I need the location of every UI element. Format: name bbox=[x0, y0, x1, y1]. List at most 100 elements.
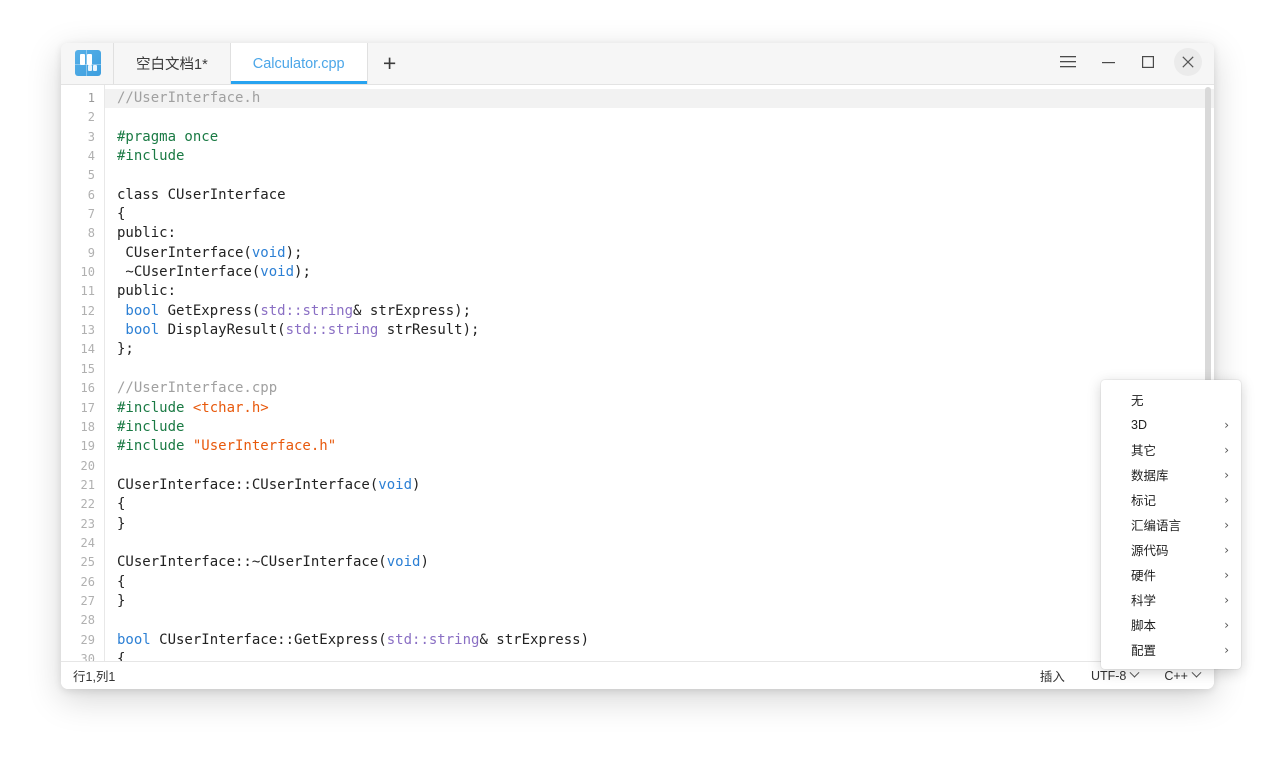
context-menu-item-label: 科学 bbox=[1131, 590, 1224, 609]
line-number: 6 bbox=[61, 186, 104, 205]
context-menu-item-label: 汇编语言 bbox=[1131, 515, 1224, 534]
code-line bbox=[117, 108, 1214, 127]
code-token-plain: ~CUserInterface( bbox=[117, 264, 260, 280]
code-token-plain: CUserInterface::CUserInterface( bbox=[117, 477, 378, 493]
context-menu-item-7[interactable]: 硬件› bbox=[1101, 562, 1241, 587]
insert-mode-indicator[interactable]: 插入 bbox=[1040, 666, 1065, 685]
line-number: 22 bbox=[61, 495, 104, 514]
plus-icon: + bbox=[383, 52, 396, 75]
code-token-plain: & strExpress) bbox=[479, 632, 589, 648]
tab-calculator-cpp[interactable]: Calculator.cpp bbox=[230, 43, 368, 84]
line-number: 24 bbox=[61, 534, 104, 553]
minimize-button[interactable] bbox=[1088, 45, 1128, 79]
close-button[interactable] bbox=[1168, 45, 1208, 79]
tab-label: 空白文档1* bbox=[136, 53, 208, 74]
code-token-kw: void bbox=[260, 264, 294, 280]
chevron-right-icon: › bbox=[1224, 469, 1229, 481]
code-line: #include "UserInterface.h" bbox=[117, 437, 1214, 456]
code-token-plain: ) bbox=[412, 477, 420, 493]
code-token-pre: #include bbox=[117, 400, 193, 416]
minimize-icon bbox=[1102, 56, 1115, 69]
language-selector[interactable]: C++ bbox=[1164, 669, 1200, 683]
code-token-plain: { bbox=[117, 496, 125, 512]
code-line: CUserInterface(void); bbox=[117, 244, 1214, 263]
line-number: 3 bbox=[61, 128, 104, 147]
context-menu-item-label: 配置 bbox=[1131, 640, 1224, 659]
chevron-right-icon: › bbox=[1224, 544, 1229, 556]
context-menu-item-5[interactable]: 汇编语言› bbox=[1101, 512, 1241, 537]
code-token-plain: CUserInterface::~CUserInterface( bbox=[117, 554, 387, 570]
tab-blank-document[interactable]: 空白文档1* bbox=[113, 43, 231, 84]
code-text-area[interactable]: //UserInterface.h #pragma once #include c… bbox=[105, 85, 1214, 661]
line-number: 4 bbox=[61, 147, 104, 166]
hamburger-icon bbox=[1060, 56, 1076, 68]
hamburger-menu-button[interactable] bbox=[1048, 45, 1088, 79]
code-line: #include bbox=[117, 418, 1214, 437]
context-menu-item-9[interactable]: 脚本› bbox=[1101, 612, 1241, 637]
close-icon bbox=[1182, 56, 1194, 68]
code-line: { bbox=[117, 573, 1214, 592]
code-line: ~CUserInterface(void); bbox=[117, 263, 1214, 282]
code-line: #pragma once bbox=[117, 128, 1214, 147]
line-number: 2 bbox=[61, 108, 104, 127]
language-context-menu[interactable]: 无3D›其它›数据库›标记›汇编语言›源代码›硬件›科学›脚本›配置› bbox=[1101, 380, 1241, 669]
new-tab-button[interactable]: + bbox=[367, 43, 413, 84]
code-line: bool GetExpress(std::string& strExpress)… bbox=[117, 302, 1214, 321]
window-controls bbox=[1048, 43, 1208, 81]
maximize-button[interactable] bbox=[1128, 45, 1168, 79]
code-token-plain: } bbox=[117, 593, 125, 609]
line-number: 30 bbox=[61, 650, 104, 661]
line-number: 15 bbox=[61, 360, 104, 379]
code-line bbox=[117, 360, 1214, 379]
context-menu-item-3[interactable]: 数据库› bbox=[1101, 462, 1241, 487]
line-number: 18 bbox=[61, 418, 104, 437]
code-line: CUserInterface::~CUserInterface(void) bbox=[117, 553, 1214, 572]
context-menu-item-10[interactable]: 配置› bbox=[1101, 637, 1241, 662]
context-menu-item-label: 其它 bbox=[1131, 440, 1224, 459]
line-number: 25 bbox=[61, 553, 104, 572]
code-token-plain: DisplayResult( bbox=[159, 322, 285, 338]
code-token-str: "UserInterface.h" bbox=[193, 438, 336, 454]
line-number-gutter: 1234567891011121314151617181920212223242… bbox=[61, 85, 105, 661]
context-menu-item-label: 源代码 bbox=[1131, 540, 1224, 559]
code-token-plain: CUserInterface( bbox=[117, 245, 252, 261]
code-token-plain: ); bbox=[294, 264, 311, 280]
line-number: 29 bbox=[61, 631, 104, 650]
status-bar: 行1,列1 插入 UTF-8 C++ bbox=[61, 661, 1214, 689]
code-token-plain: { bbox=[117, 574, 125, 590]
line-number: 10 bbox=[61, 263, 104, 282]
code-line: class CUserInterface bbox=[117, 186, 1214, 205]
line-number: 28 bbox=[61, 611, 104, 630]
line-number: 16 bbox=[61, 379, 104, 398]
code-token-kw: bool bbox=[117, 632, 151, 648]
code-token-pre: #include bbox=[117, 419, 184, 435]
code-line: }; bbox=[117, 340, 1214, 359]
context-menu-item-8[interactable]: 科学› bbox=[1101, 587, 1241, 612]
notepad-app-icon bbox=[75, 50, 101, 76]
context-menu-item-0[interactable]: 无 bbox=[1101, 387, 1241, 412]
context-menu-item-2[interactable]: 其它› bbox=[1101, 437, 1241, 462]
code-token-type: std::string bbox=[387, 632, 480, 648]
encoding-selector[interactable]: UTF-8 bbox=[1091, 669, 1138, 683]
code-token-pre: #pragma once bbox=[117, 129, 218, 145]
editor-area[interactable]: 1234567891011121314151617181920212223242… bbox=[61, 85, 1214, 661]
code-token-kw: void bbox=[252, 245, 286, 261]
line-number: 19 bbox=[61, 437, 104, 456]
code-token-type: std::string bbox=[260, 303, 353, 319]
code-token-pre: #include bbox=[117, 438, 193, 454]
code-token-kw: bool bbox=[117, 303, 159, 319]
code-line: //UserInterface.cpp bbox=[117, 379, 1214, 398]
line-number: 21 bbox=[61, 476, 104, 495]
context-menu-item-6[interactable]: 源代码› bbox=[1101, 537, 1241, 562]
code-token-plain: { bbox=[117, 206, 125, 222]
context-menu-item-1[interactable]: 3D› bbox=[1101, 412, 1241, 437]
line-number: 5 bbox=[61, 166, 104, 185]
line-number: 26 bbox=[61, 573, 104, 592]
code-token-plain: class CUserInterface bbox=[117, 187, 286, 203]
context-menu-item-label: 无 bbox=[1131, 390, 1229, 409]
context-menu-item-4[interactable]: 标记› bbox=[1101, 487, 1241, 512]
code-token-plain: }; bbox=[117, 341, 134, 357]
code-line: //UserInterface.h bbox=[105, 89, 1214, 108]
context-menu-item-label: 硬件 bbox=[1131, 565, 1224, 584]
code-line: { bbox=[117, 495, 1214, 514]
